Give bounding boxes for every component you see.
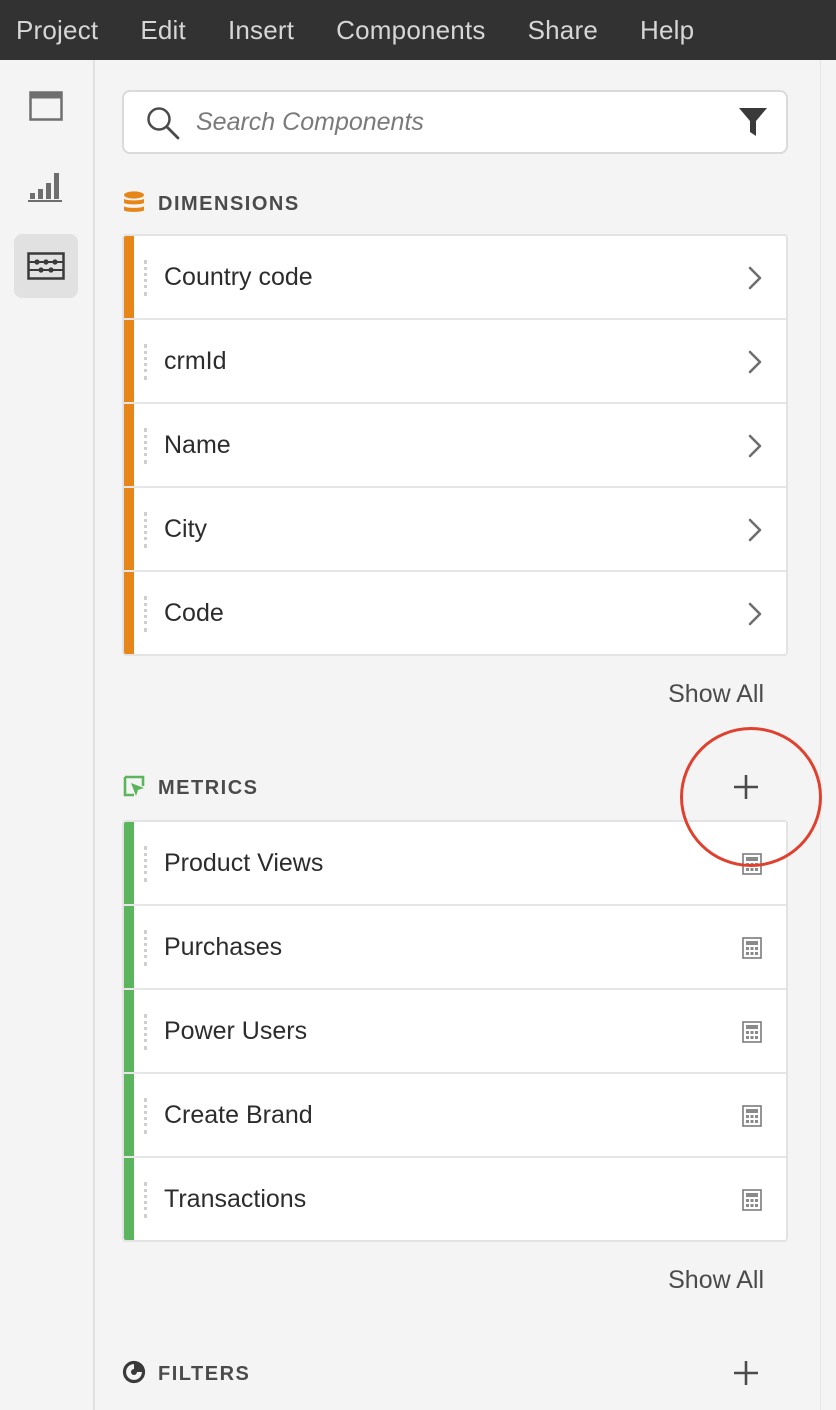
metric-item[interactable]: Purchases: [124, 906, 786, 990]
menu-help[interactable]: Help: [640, 15, 694, 46]
filters-title: FILTERS: [158, 1362, 251, 1385]
dimension-label: Country code: [164, 262, 313, 291]
dimension-item[interactable]: Country code: [124, 236, 786, 320]
search-icon: [146, 106, 180, 145]
dimension-color-bar: [124, 488, 134, 570]
menu-edit[interactable]: Edit: [140, 15, 186, 46]
metric-color-bar: [124, 1158, 134, 1240]
scrollbar[interactable]: [820, 60, 836, 1410]
chevron-right-icon[interactable]: [748, 518, 762, 547]
calculator-icon[interactable]: [742, 1021, 762, 1048]
metric-item[interactable]: Power Users: [124, 990, 786, 1074]
drag-handle[interactable]: [144, 930, 148, 966]
drag-handle[interactable]: [144, 512, 148, 548]
metric-item[interactable]: Create Brand: [124, 1074, 786, 1158]
search-box: [122, 90, 788, 154]
menu-bar: Project Edit Insert Components Share Hel…: [0, 0, 836, 60]
chevron-right-icon[interactable]: [748, 434, 762, 463]
calculator-icon[interactable]: [742, 937, 762, 964]
dimensions-icon: [122, 190, 146, 219]
dimensions-title: DIMENSIONS: [158, 192, 300, 215]
drag-handle[interactable]: [144, 260, 148, 296]
metric-color-bar: [124, 990, 134, 1072]
drag-handle[interactable]: [144, 1098, 148, 1134]
dimension-label: City: [164, 514, 208, 543]
metrics-title: METRICS: [158, 776, 259, 799]
metric-color-bar: [124, 1074, 134, 1156]
dimension-item[interactable]: Code: [124, 572, 786, 654]
dimensions-header: DIMENSIONS: [122, 189, 788, 219]
menu-components[interactable]: Components: [336, 15, 485, 46]
drag-handle[interactable]: [144, 1014, 148, 1050]
chevron-right-icon[interactable]: [748, 602, 762, 631]
chevron-right-icon[interactable]: [748, 266, 762, 295]
filter-icon[interactable]: [738, 106, 768, 143]
dimension-label: crmId: [164, 346, 227, 375]
metric-label: Power Users: [164, 1016, 308, 1045]
drag-handle[interactable]: [144, 344, 148, 380]
metrics-list: Product Views Purchases Power Users Crea…: [122, 820, 788, 1242]
drag-handle[interactable]: [144, 846, 148, 882]
menu-share[interactable]: Share: [528, 15, 598, 46]
metric-label: Purchases: [164, 932, 283, 961]
plus-icon: [734, 775, 758, 799]
add-metric-button[interactable]: [726, 767, 766, 807]
metric-color-bar: [124, 906, 134, 988]
metric-item[interactable]: Product Views: [124, 822, 786, 906]
dimension-color-bar: [124, 236, 134, 318]
metric-label: Product Views: [164, 848, 324, 877]
dimension-color-bar: [124, 320, 134, 402]
dimension-item[interactable]: Name: [124, 404, 786, 488]
calculator-icon[interactable]: [742, 1189, 762, 1216]
metric-label: Create Brand: [164, 1100, 313, 1129]
metrics-icon: [122, 774, 146, 803]
chevron-right-icon[interactable]: [748, 350, 762, 379]
filters-header: FILTERS: [122, 1359, 788, 1389]
left-rail: [0, 60, 95, 1410]
dimension-label: Code: [164, 598, 224, 627]
menu-project[interactable]: Project: [16, 15, 98, 46]
menu-insert[interactable]: Insert: [228, 15, 294, 46]
drag-handle[interactable]: [144, 1182, 148, 1218]
calculator-icon[interactable]: [742, 853, 762, 880]
drag-handle[interactable]: [144, 596, 148, 632]
components-icon: [27, 252, 65, 280]
dimension-color-bar: [124, 404, 134, 486]
panels-rail-button[interactable]: [14, 74, 78, 138]
drag-handle[interactable]: [144, 428, 148, 464]
visualization-icon: [28, 173, 62, 202]
calculator-icon[interactable]: [742, 1105, 762, 1132]
dimension-item[interactable]: City: [124, 488, 786, 572]
dimensions-list: Country code crmId Name City Code: [122, 234, 788, 656]
plus-icon: [734, 1361, 758, 1385]
metrics-show-all-link[interactable]: Show All: [668, 1266, 764, 1295]
filters-icon: [122, 1360, 146, 1389]
metric-color-bar: [124, 822, 134, 904]
dimension-color-bar: [124, 572, 134, 654]
dimension-item[interactable]: crmId: [124, 320, 786, 404]
dimensions-show-all-link[interactable]: Show All: [668, 680, 764, 709]
metric-label: Transactions: [164, 1184, 307, 1213]
components-rail-button[interactable]: [14, 234, 78, 298]
add-filter-button[interactable]: [726, 1353, 766, 1393]
panel-icon: [29, 91, 63, 121]
metric-item[interactable]: Transactions: [124, 1158, 786, 1240]
visualizations-rail-button[interactable]: [14, 154, 78, 218]
search-input[interactable]: [196, 100, 716, 144]
metrics-header: METRICS: [122, 773, 788, 803]
dimension-label: Name: [164, 430, 231, 459]
